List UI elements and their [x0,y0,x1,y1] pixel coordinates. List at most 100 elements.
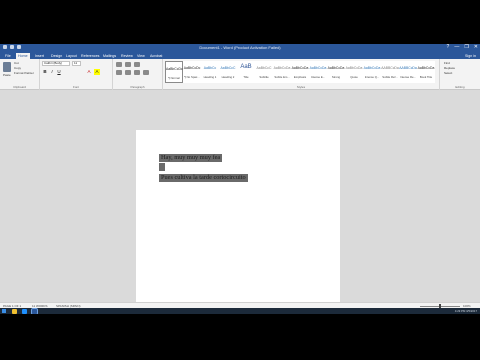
style-tile[interactable]: AaBbCcDa Quote [345,61,363,83]
align-right-icon[interactable] [134,70,140,75]
copy-button[interactable]: Copy [14,66,21,70]
font-group: Calibri (Body) 11 B I U A A Font [40,59,113,90]
styles-group: AaBbCcDc ¶ Normal AaBbCcDc ¶ No Spac... AaBb… [163,59,440,90]
paragraph-group-label: Paragraph [130,85,145,89]
style-sample: AaBbCcDc [166,67,183,71]
select-button[interactable]: Select [444,71,452,75]
style-name: Intense Q... [364,75,380,79]
window-controls: ? — ❐ ✕ [447,45,478,50]
style-name: Title [243,75,249,79]
style-tile[interactable]: AaBbCcDa Intense Q... [363,61,381,83]
bold-button[interactable]: B [42,69,48,75]
style-tile[interactable]: AaBbCcDa Intense E... [309,61,327,83]
editing-group: Find Replace Select Editing [440,59,480,90]
style-sample: AaBbCcDa [417,66,435,70]
underline-button[interactable]: U [56,69,62,75]
justify-icon[interactable] [143,70,149,75]
window-title: Document1 - Word (Product Activation Fai… [199,45,281,50]
style-name: Subtle Em... [274,75,290,79]
style-name: Subtitle [259,75,269,79]
style-tile[interactable]: AABBCcDa Subtle Ref... [381,61,399,83]
taskbar: 4:29 PM 3/5/2017 [0,307,480,314]
format-painter-button[interactable]: Format Painter [14,71,34,75]
style-name: Subtle Ref... [382,75,398,79]
style-sample: AaBbCcDa [309,66,327,70]
style-sample: AaBbCcDa [363,66,381,70]
style-name: Book Title [419,75,433,79]
style-tile[interactable]: AaBbCc Heading 1 [201,61,219,83]
style-tile[interactable]: AaBbCcC Heading 2 [219,61,237,83]
style-tile[interactable]: AaBbCcDc ¶ No Spac... [183,61,201,83]
replace-button[interactable]: Replace [444,66,455,70]
document-line-1[interactable]: Hay, muy muy muy fea [159,154,223,162]
document-line-2[interactable]: Pues cultiva la tarde cortocircuito [159,174,248,182]
style-sample: AaB [240,64,252,70]
document-page[interactable]: Hay, muy muy muy fea Pues cultiva la tar… [136,130,340,314]
clipboard-group-label: Clipboard [13,85,26,89]
help-button[interactable]: ? [447,45,450,50]
numbering-icon[interactable] [125,62,131,67]
clock-date: 3/5/2017 [466,309,477,313]
minimize-button[interactable]: — [454,45,459,50]
windows-start-icon[interactable] [2,309,6,313]
clock-time: 4:29 PM [454,309,466,313]
style-tile[interactable]: AaBbCcC Subtitle [255,61,273,83]
system-clock[interactable]: 4:29 PM 3/5/2017 [455,308,477,314]
style-sample: AABBCcDa [381,66,399,70]
paste-button[interactable]: Paste [3,73,11,77]
style-tile[interactable]: AaBbCcDc ¶ Normal [165,61,183,83]
paste-icon[interactable] [3,62,11,72]
editing-group-label: Editing [455,85,465,89]
internet-explorer-icon[interactable] [22,308,27,314]
style-sample: AaBbCcDa [327,66,345,70]
style-tile[interactable]: AaBbCcDa Emphasis [291,61,309,83]
restore-button[interactable]: ❐ [464,45,468,50]
style-sample: AaBbCcDc [183,66,201,70]
style-sample: AaBbCcDa [273,66,291,70]
empty-paragraph-selection [159,163,165,171]
font-name-combo[interactable]: Calibri (Body) [42,61,70,66]
style-sample: AaBbCcDa [291,66,309,70]
word-taskbar-icon[interactable] [31,307,38,314]
style-tile[interactable]: AaBbCcDa Subtle Em... [273,61,291,83]
font-size-combo[interactable]: 11 [72,61,81,66]
style-tile[interactable]: AaBbCcDa Strong [327,61,345,83]
style-sample: AaBbCcDa [345,66,363,70]
paragraph-group: Paragraph [113,59,163,90]
file-explorer-icon[interactable] [12,308,17,314]
font-color-button[interactable]: A [86,69,92,75]
style-name: Heading 1 [203,75,217,79]
title-bar: Document1 - Word (Product Activation Fai… [0,44,480,52]
cut-button[interactable]: Cut [14,61,19,65]
highlight-color-button[interactable]: A [94,69,100,75]
bullets-icon[interactable] [116,62,122,67]
style-name: Intense Re... [400,75,416,79]
ribbon: Paste Cut Copy Format Painter Clipboard … [0,59,480,90]
style-sample: AABBCcDa [399,66,417,70]
clipboard-group: Paste Cut Copy Format Painter Clipboard [0,59,40,90]
styles-group-label: Styles [296,85,306,89]
style-name: ¶ Normal [168,76,180,80]
style-name: ¶ No Spac... [184,75,200,79]
style-name: Strong [331,75,341,79]
style-sample: AaBbCc [203,66,217,70]
align-left-icon[interactable] [116,70,122,75]
style-sample: AaBbCcC [220,66,236,70]
style-name: Emphasis [293,75,307,79]
ribbon-tabs: File Home Insert Design Layout Reference… [0,52,480,59]
style-sample: AaBbCcC [256,66,272,70]
document-area: Hay, muy muy muy fea Pues cultiva la tar… [0,90,480,314]
style-name: Heading 2 [221,75,235,79]
multilevel-list-icon[interactable] [134,62,140,67]
italic-button[interactable]: I [49,69,55,75]
align-center-icon[interactable] [125,70,131,75]
style-tile[interactable]: AaBbCcDa Book Title [417,61,435,83]
style-name: Intense E... [310,75,326,79]
font-group-label: Font [72,85,79,89]
find-button[interactable]: Find [444,61,450,65]
style-tile[interactable]: AABBCcDa Intense Re... [399,61,417,83]
word-window: Document1 - Word (Product Activation Fai… [0,44,480,314]
style-name: Quote [350,75,358,79]
close-button[interactable]: ✕ [474,45,478,50]
style-tile[interactable]: AaB Title [237,61,255,83]
